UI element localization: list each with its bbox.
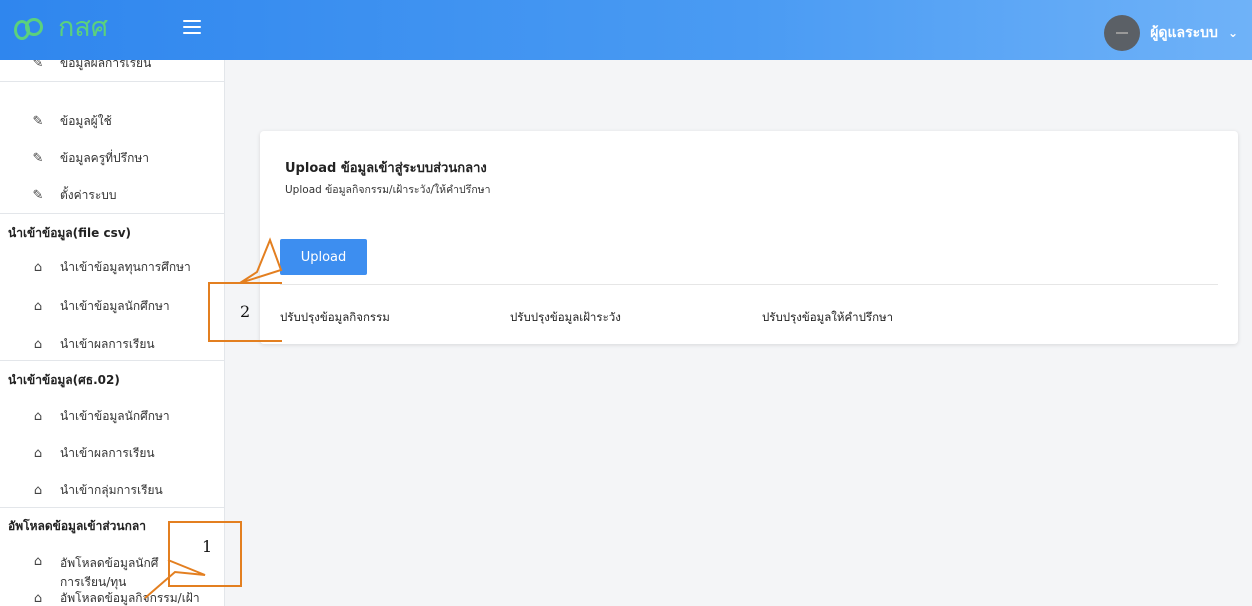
section-heading-upload: อัพโหลดข้อมูลเข้าส่วนกลา [8, 519, 146, 533]
upload-button[interactable]: Upload [280, 239, 367, 275]
sidebar-item-upload-activities[interactable]: ⌂ อัพโหลดข้อมูลกิจกรรม/เฝ้า [30, 589, 200, 606]
logo-icon [14, 14, 54, 42]
cloud-upload-icon: ⌂ [33, 409, 43, 424]
divider [0, 213, 224, 214]
sidebar-item-advisors[interactable]: ✎ ข้อมูลครูที่ปรึกษา [30, 149, 150, 168]
edit-icon: ✎ [32, 151, 44, 166]
divider [0, 81, 224, 82]
user-menu[interactable]: ผู้ดูแลระบบ ⌄ [1104, 15, 1238, 51]
update-activities-link[interactable]: ปรับปรุงข้อมูลกิจกรรม [280, 309, 390, 327]
logo-text: กสศ [58, 12, 108, 43]
page-subtitle: Upload ข้อมูลกิจกรรม/เฝ้าระวัง/ให้คำปรึก… [285, 184, 491, 196]
cloud-upload-icon: ⌂ [33, 299, 43, 314]
upload-card: Upload ข้อมูลเข้าสู่ระบบส่วนกลาง Upload … [260, 131, 1238, 344]
cloud-upload-icon: ⌂ [33, 446, 43, 461]
callout-2: 2 [208, 282, 282, 342]
cloud-upload-icon: ⌂ [33, 337, 43, 352]
sidebar-item-upload-students[interactable]: ⌂ อัพโหลดข้อมูลนักศึ การเรียน/ทุน [30, 554, 159, 592]
cloud-upload-icon: ⌂ [33, 260, 43, 275]
cloud-upload-icon: ⌂ [33, 591, 43, 606]
edit-icon: ✎ [32, 114, 44, 129]
sidebar-item-import-grades-sor[interactable]: ⌂ นำเข้าผลการเรียน [30, 444, 155, 463]
sidebar-item-grades[interactable]: ✎ ข้อมูลผลการเรียน [30, 60, 152, 73]
top-bar: กสศ ผู้ดูแลระบบ ⌄ [0, 0, 1252, 60]
sidebar-item-settings[interactable]: ✎ ตั้งค่าระบบ [30, 186, 117, 205]
page-title: Upload ข้อมูลเข้าสู่ระบบส่วนกลาง [285, 161, 487, 176]
sidebar-item-import-students-sor[interactable]: ⌂ นำเข้าข้อมูลนักศึกษา [30, 407, 170, 426]
user-name: ผู้ดูแลระบบ [1150, 25, 1218, 41]
edit-icon: ✎ [32, 188, 44, 203]
cloud-upload-icon: ⌂ [33, 554, 43, 569]
edit-icon: ✎ [32, 60, 44, 71]
avatar [1104, 15, 1141, 51]
logo[interactable]: กสศ [14, 14, 108, 42]
divider [0, 507, 224, 508]
chevron-down-icon: ⌄ [1227, 26, 1238, 40]
sidebar-item-import-scholarship[interactable]: ⌂ นำเข้าข้อมูลทุนการศึกษา [30, 258, 191, 277]
section-heading-csv: นำเข้าข้อมูล(file csv) [8, 226, 132, 240]
sidebar-item-import-grades[interactable]: ⌂ นำเข้าผลการเรียน [30, 335, 155, 354]
update-surveillance-link[interactable]: ปรับปรุงข้อมูลเฝ้าระวัง [510, 309, 621, 327]
cloud-upload-icon: ⌂ [33, 483, 43, 498]
callout-1: 1 [168, 521, 242, 587]
sidebar-item-users[interactable]: ✎ ข้อมูลผู้ใช้ [30, 112, 112, 131]
divider [280, 284, 1218, 285]
hamburger-menu-icon[interactable] [183, 20, 201, 36]
divider [0, 360, 224, 361]
update-counseling-link[interactable]: ปรับปรุงข้อมูลให้คำปรึกษา [762, 309, 893, 327]
sidebar-item-import-groups-sor[interactable]: ⌂ นำเข้ากลุ่มการเรียน [30, 481, 163, 500]
sidebar-item-import-students[interactable]: ⌂ นำเข้าข้อมูลนักศึกษา [30, 297, 170, 316]
section-heading-sor02: นำเข้าข้อมูล(ศธ.02) [8, 373, 120, 387]
